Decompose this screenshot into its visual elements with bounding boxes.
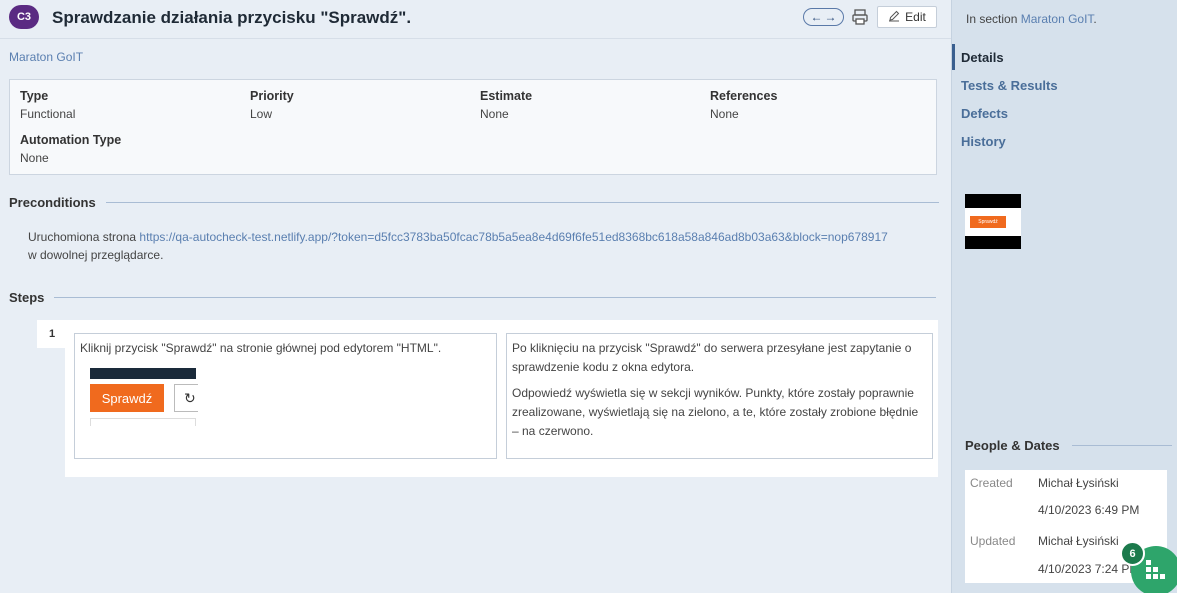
preconditions-suffix: w dowolnej przeglądarce. <box>28 248 164 262</box>
people-dates-label: People & Dates <box>965 438 1060 453</box>
section-breadcrumb-link[interactable]: Maraton GoIT <box>9 50 83 64</box>
notification-count-badge: 6 <box>1120 541 1145 566</box>
case-header: C3 Sprawdzanie działania przycisku "Spra… <box>0 0 951 39</box>
properties-panel: Type Functional Priority Low Estimate No… <box>9 79 937 175</box>
sprawdz-button-image: Sprawdź <box>90 384 164 412</box>
step-expected-text-2: Odpowiedź wyświetla się w sekcji wyników… <box>512 386 919 438</box>
thumb-button: Sprawdź <box>970 216 1006 228</box>
pencil-icon <box>888 10 900 25</box>
property-label: Priority <box>250 89 294 103</box>
property-value: None <box>710 107 739 121</box>
tab-details[interactable]: Details <box>961 50 1004 65</box>
property-value: None <box>20 151 49 165</box>
active-tab-indicator <box>952 44 955 70</box>
steps-heading-label: Steps <box>9 290 45 305</box>
updated-label: Updated <box>970 534 1016 548</box>
updated-at: 4/10/2023 7:24 PM <box>1038 562 1140 576</box>
preconditions-heading: Preconditions <box>9 195 939 210</box>
property-automation-type: Automation Type None <box>20 133 121 165</box>
case-id-badge: C3 <box>9 5 39 29</box>
people-dates-heading: People & Dates <box>965 438 1172 453</box>
step-screenshot-image: Sprawdź ↻ <box>90 368 198 426</box>
property-priority: Priority Low <box>250 89 294 121</box>
property-label: Estimate <box>480 89 533 103</box>
arrow-right-icon[interactable]: → <box>825 10 837 24</box>
property-references: References None <box>710 89 777 121</box>
print-icon[interactable] <box>851 8 869 26</box>
in-section-prefix: In section <box>966 12 1018 26</box>
step-expected-text-1: Po kliknięciu na przycisk "Sprawdź" do s… <box>512 341 912 374</box>
property-value: None <box>480 107 509 121</box>
property-label: References <box>710 89 778 103</box>
edit-button[interactable]: Edit <box>877 6 937 28</box>
divider <box>105 202 939 203</box>
property-estimate: Estimate None <box>480 89 532 121</box>
step-expected-cell: Po kliknięciu na przycisk "Sprawdź" do s… <box>506 333 933 459</box>
preconditions-url-link[interactable]: https://qa-autocheck-test.netlify.app/?t… <box>139 230 887 244</box>
tab-history[interactable]: History <box>961 134 1006 149</box>
updated-by: Michał Łysiński <box>1038 534 1119 548</box>
preconditions-heading-label: Preconditions <box>9 195 96 210</box>
created-by: Michał Łysiński <box>1038 476 1119 490</box>
edit-label: Edit <box>905 10 926 24</box>
preconditions-text: Uruchomiona strona https://qa-autocheck-… <box>28 228 933 264</box>
screenshot-topbar <box>90 368 196 379</box>
in-section-link[interactable]: Maraton GoIT <box>1021 12 1094 26</box>
attachment-thumbnail[interactable]: Sprawdź <box>965 194 1021 249</box>
created-label: Created <box>970 476 1013 490</box>
property-label: Type <box>20 89 49 103</box>
property-value: Functional <box>20 107 76 121</box>
property-value: Low <box>250 107 273 121</box>
thumb-topbar <box>965 194 1021 208</box>
property-type: Type Functional <box>20 89 75 121</box>
thumb-bottombar <box>965 236 1021 249</box>
steps-heading: Steps <box>9 290 937 305</box>
tab-tests-results[interactable]: Tests & Results <box>961 78 1058 93</box>
screenshot-bottom-strip <box>90 418 196 426</box>
divider <box>54 297 937 298</box>
created-at: 4/10/2023 6:49 PM <box>1038 503 1140 517</box>
arrow-left-icon[interactable]: ← <box>811 10 823 24</box>
prev-next-nav[interactable]: ← → <box>803 8 844 26</box>
divider <box>1071 445 1172 446</box>
step-number: 1 <box>37 320 65 348</box>
main-content: C3 Sprawdzanie działania przycisku "Spra… <box>0 0 951 593</box>
tab-defects[interactable]: Defects <box>961 106 1008 121</box>
refresh-icon: ↻ <box>174 384 198 412</box>
in-section-text: In section Maraton GoIT. <box>966 12 1097 26</box>
in-section-period: . <box>1093 12 1097 26</box>
step-action-text: Kliknij przycisk "Sprawdź" na stronie gł… <box>80 341 442 355</box>
page-title: Sprawdzanie działania przycisku "Sprawdź… <box>52 8 412 27</box>
preconditions-prefix: Uruchomiona strona <box>28 230 137 244</box>
step-action-cell: Kliknij przycisk "Sprawdź" na stronie gł… <box>74 333 497 459</box>
property-label: Automation Type <box>20 133 122 147</box>
